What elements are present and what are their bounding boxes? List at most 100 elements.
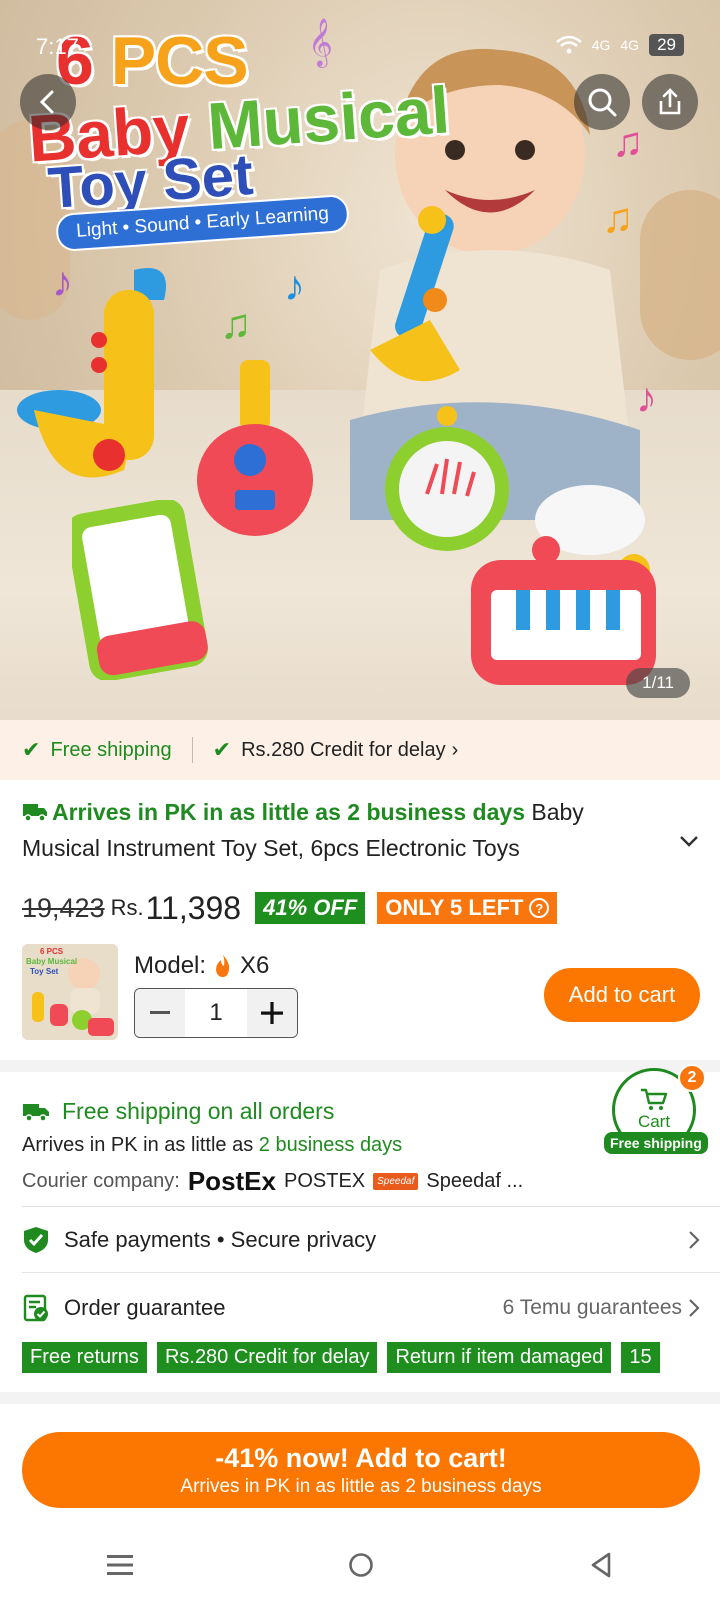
fire-icon [216,955,230,977]
cta-sub-text: Arrives in PK in as little as 2 business… [180,1475,542,1497]
free-shipping-label: Free shipping [50,738,172,761]
teddy-bear-right [640,190,720,360]
delay-credit-label: Rs.280 Credit for delay [241,738,446,761]
quantity-value[interactable]: 1 [185,989,247,1037]
floating-cart-button[interactable]: Cart 2 Free shipping [604,1064,708,1160]
search-button[interactable] [574,74,630,130]
original-price: 19,423 [22,892,105,923]
title-fade [602,830,662,866]
saxophone-toy [17,268,166,478]
stock-label: ONLY 5 LEFT [385,895,524,920]
music-note-icon: ♪ [284,262,305,309]
model-label: Model: [134,952,207,979]
model-selector[interactable]: Model: X6 [134,952,269,980]
model-value: X6 [240,952,270,979]
guarantee-count: 6 Temu guarantees [503,1296,700,1320]
plus-icon [261,1002,283,1024]
safe-payments-label: Safe payments • Secure privacy [64,1227,377,1252]
guarantee-tag: Free returns [22,1342,147,1373]
shield-check-icon [24,1227,48,1253]
menu-icon[interactable] [107,1554,134,1576]
image-pager: 1/11 [626,668,690,698]
share-icon [659,88,681,115]
guarantee-tag: Return if item damaged [387,1342,612,1373]
bottom-add-to-cart-button[interactable]: -41% now! Add to cart! Arrives in PK in … [22,1432,700,1508]
arrival-highlight: Arrives in PK in as little as 2 business… [52,799,525,825]
arrival-info: Arrives in PK in as little as 2 business… [22,1134,402,1157]
shipping-strip[interactable]: ✔ Free shipping ✔ Rs.280 Credit for dela… [0,720,720,780]
status-time: 7:17 [36,34,79,59]
product-title[interactable]: Arrives in PK in as little as 2 business… [22,794,662,866]
section-gap [0,1392,720,1404]
variant-thumbnail[interactable]: 6 PCS Baby Musical Toy Set [22,944,118,1040]
chevron-right-icon [688,1230,700,1250]
stock-badge[interactable]: ONLY 5 LEFT ? [377,892,558,924]
wifi-icon [555,35,582,54]
sale-price: 11,398 [145,889,242,926]
check-icon: ✔ [22,737,41,762]
minus-icon [150,1011,170,1014]
phone-toy [72,500,208,680]
delivery-truck-icon [23,804,47,822]
thumb-text: Baby Musical [26,957,77,966]
arrival-days: 2 business days [258,1134,403,1156]
divider [22,1206,720,1207]
cart-icon [641,1088,668,1110]
signal-icon: 4G [591,37,611,53]
cta-main-text: -41% now! Add to cart! [215,1442,507,1473]
trumpet-toy [370,206,460,382]
shipping-info-label: Free shipping on all orders [62,1098,335,1124]
expand-title-button[interactable] [678,828,700,854]
divider [191,737,193,763]
divider [22,1272,720,1273]
system-nav-bar [0,1530,720,1600]
courier-name: Speedaf ... [426,1170,524,1192]
signal-icon: 4G [620,37,640,53]
cart-free-shipping: Free shipping [604,1132,708,1154]
chevron-right-icon: › [451,738,459,761]
safe-payments-row[interactable]: Safe payments • Secure privacy [22,1220,700,1260]
guarantee-icon [23,1294,48,1322]
music-note-icon: ♫ [220,300,252,347]
thumb-text: Toy Set [30,967,59,976]
courier-label: Courier company: [22,1170,180,1192]
postex-logo: PostEx [187,1166,276,1196]
quantity-stepper[interactable]: 1 [134,988,298,1038]
courier-info: Courier company: PostEx POSTEX Speedaf S… [22,1166,523,1197]
music-note-icon: ♫ [602,194,634,241]
arrival-prefix: Arrives in PK in as little as [22,1134,254,1156]
thumbnail-image: 6 PCS Baby Musical Toy Set [22,944,118,1040]
product-image-carousel[interactable]: 𝄞 ♪ ♪ ♫ ♫ ♫ ♪ 6 PCS Baby Musical Toy Set… [0,0,720,720]
order-guarantee-row[interactable]: Order guarantee 6 Temu guarantees [22,1288,700,1328]
search-icon [588,88,617,117]
check-icon: ✔ [212,737,232,762]
chevron-down-icon [680,836,698,847]
home-icon[interactable] [348,1552,374,1578]
price-row: 19,423 Rs. 11,398 41% OFF ONLY 5 LEFT ? [22,888,558,928]
shipping-info-title[interactable]: Free shipping on all orders [22,1098,334,1125]
add-to-cart-button[interactable]: Add to cart [544,968,700,1022]
music-note-icon: ♪ [52,258,73,305]
battery-icon: 29 [649,34,684,56]
guarantee-tag: 15 [621,1342,660,1373]
increase-quantity-button[interactable] [247,989,297,1037]
decrease-quantity-button[interactable] [135,989,185,1037]
guarantee-tags: Free returns Rs.280 Credit for delay Ret… [22,1342,660,1373]
guarantee-tag: Rs.280 Credit for delay [156,1342,378,1373]
back-button[interactable] [20,74,76,130]
cart-count-badge: 2 [678,1064,706,1092]
currency: Rs. [110,895,144,920]
speedaf-logo: Speedaf [373,1173,419,1190]
music-note-icon: ♪ [636,374,657,421]
order-guarantee-label: Order guarantee [64,1295,226,1320]
share-button[interactable] [642,74,698,130]
back-triangle-icon[interactable] [589,1552,613,1578]
discount-badge: 41% OFF [255,892,366,924]
thumb-text: 6 PCS [40,947,64,956]
piano-toy [471,536,656,685]
status-icons: 4G 4G 29 [555,34,684,56]
delivery-truck-icon [23,1103,49,1122]
status-bar: 7:17 4G 4G 29 [0,0,720,59]
help-icon: ? [529,898,550,918]
chevron-left-icon [39,90,54,114]
